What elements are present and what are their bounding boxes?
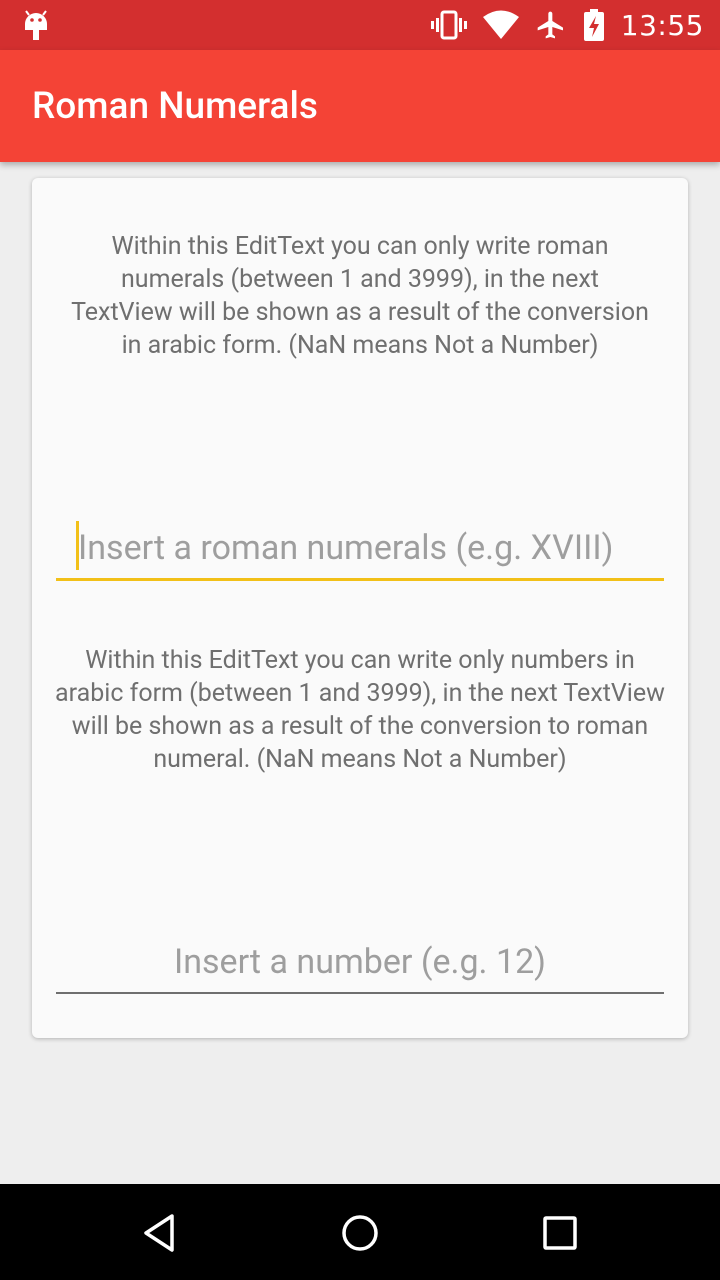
- roman-numeral-input[interactable]: [56, 518, 664, 578]
- status-time: 13:55: [620, 8, 704, 42]
- roman-input-field[interactable]: [56, 518, 664, 581]
- battery-charging-icon: [583, 9, 604, 41]
- status-bar: 13:55: [0, 0, 720, 50]
- arabic-number-input[interactable]: [56, 932, 664, 992]
- android-debug-icon: [25, 10, 47, 40]
- app-bar: Roman Numerals: [0, 50, 720, 162]
- airplane-mode-icon: [537, 11, 563, 39]
- converter-card: Within this EditText you can only write …: [32, 178, 688, 1038]
- vibrate-icon: [430, 10, 467, 40]
- back-icon[interactable]: [138, 1212, 180, 1254]
- wifi-icon: [482, 10, 519, 39]
- roman-input-description: Within this EditText you can only write …: [71, 232, 649, 360]
- arabic-input-field[interactable]: [56, 932, 664, 994]
- text-cursor: [76, 521, 79, 570]
- navigation-bar: [0, 1184, 720, 1280]
- arabic-input-description: Within this EditText you can write only …: [55, 646, 665, 774]
- home-icon[interactable]: [339, 1212, 381, 1254]
- recents-icon[interactable]: [539, 1212, 581, 1254]
- page-title: Roman Numerals: [32, 85, 318, 128]
